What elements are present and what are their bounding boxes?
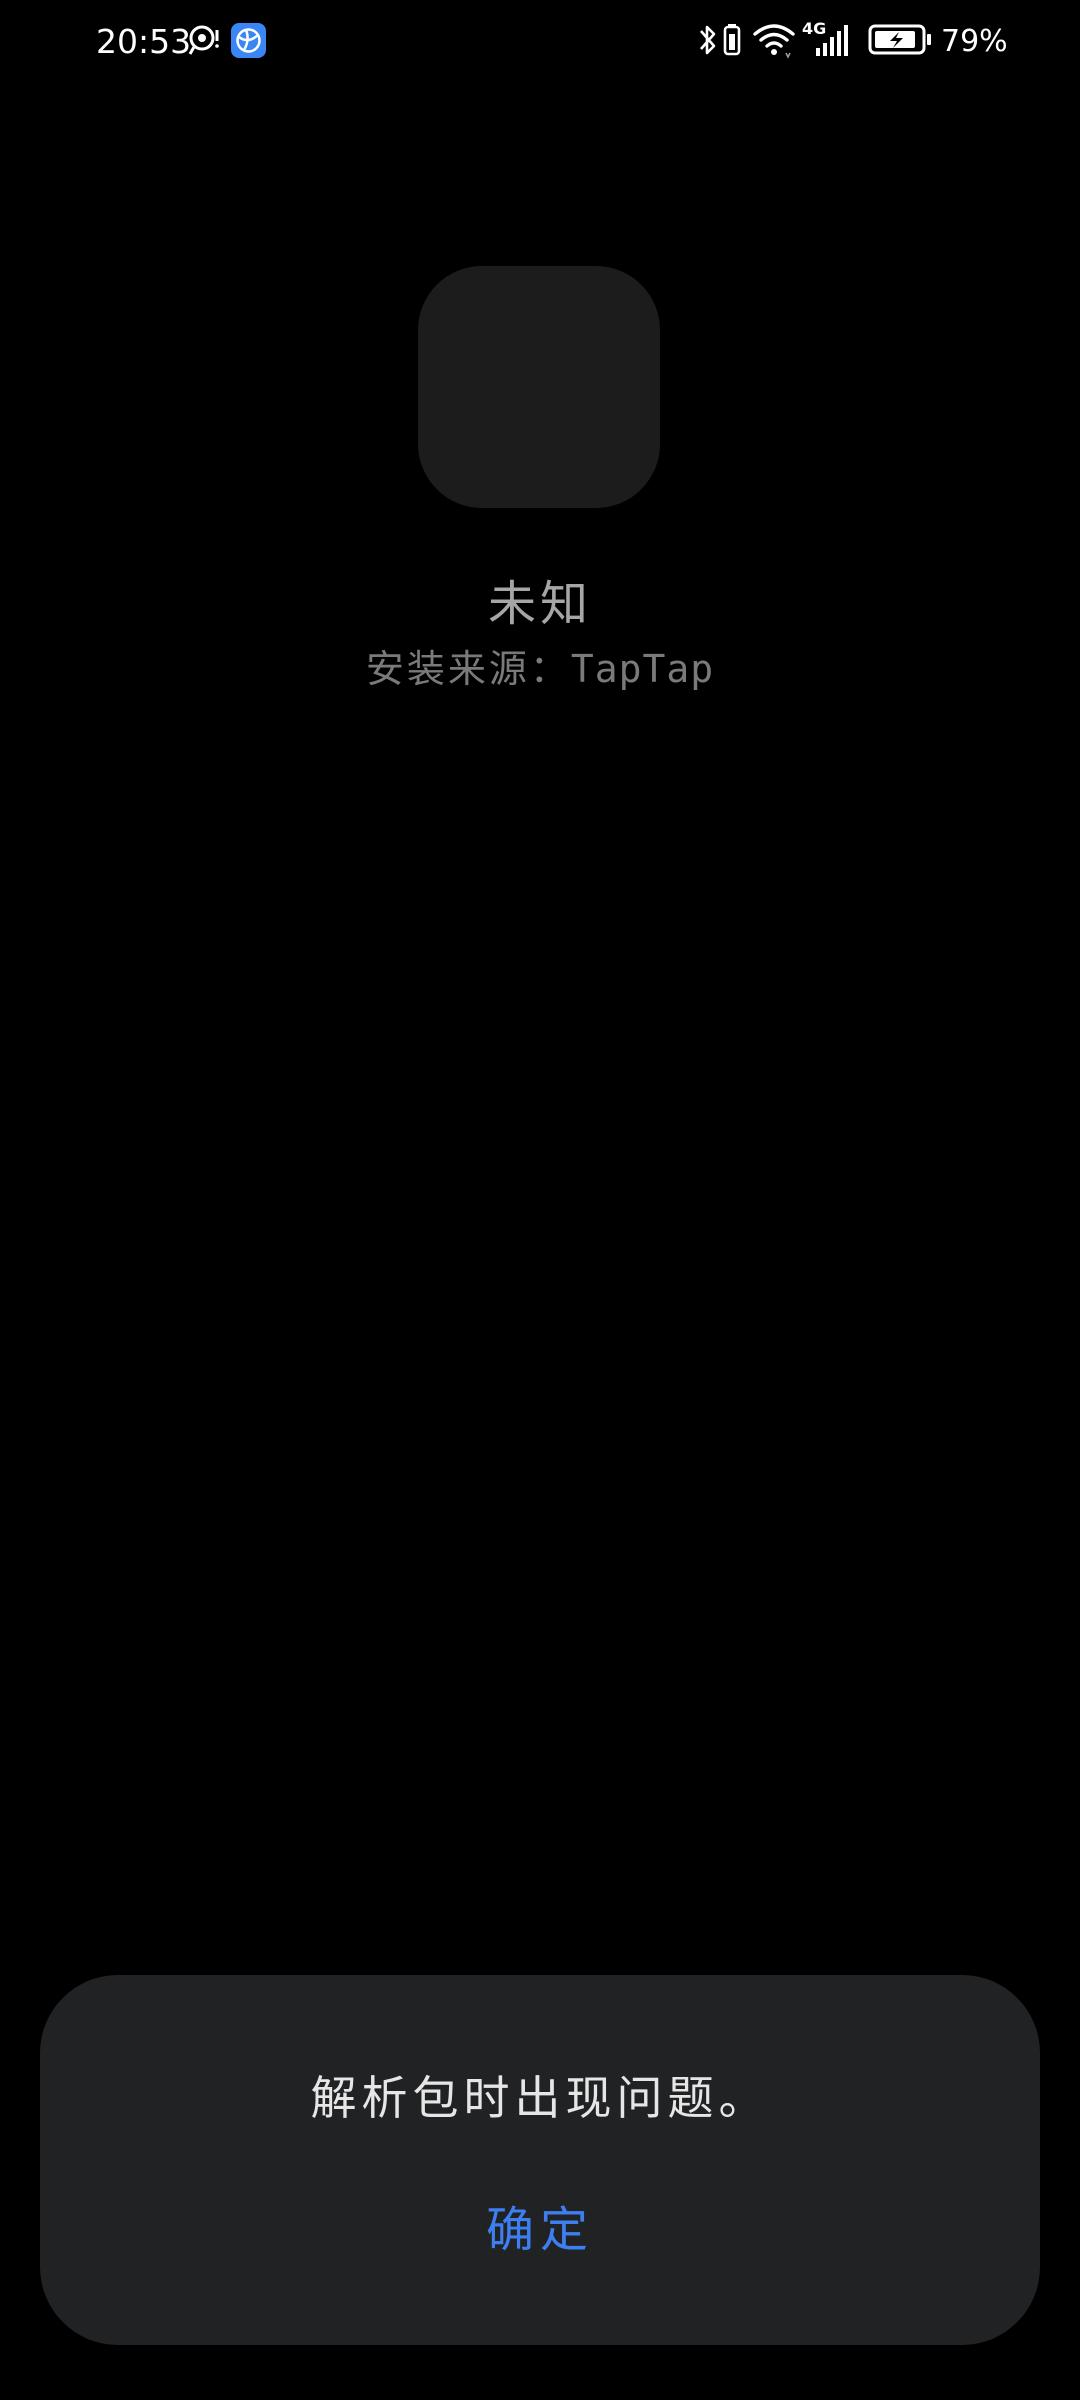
install-source-label: 安装来源： [365, 647, 571, 691]
signal-icon [816, 25, 848, 56]
battery-saver-icon [723, 24, 741, 56]
install-screen: 20:53 4G 79% 未知 安装来源：TapTap 解析包时出现问题。 确定 [0, 0, 1080, 2400]
app-icon-placeholder [418, 266, 660, 508]
install-source: 安装来源：TapTap [0, 640, 1080, 698]
dialog-message: 解析包时出现问题。 [310, 2071, 770, 2125]
bluetooth-icon [700, 25, 716, 55]
install-source-value: TapTap [570, 647, 715, 691]
app-name: 未知 [487, 576, 592, 632]
status-bar: 20:53 4G 79% [0, 0, 1080, 80]
battery-icon [868, 24, 931, 55]
confirm-button[interactable]: 确定 [440, 2175, 640, 2285]
location-icon [188, 25, 219, 55]
wifi-icon [753, 24, 795, 59]
status-time: 20:53 [96, 22, 192, 61]
error-dialog: 解析包时出现问题。 确定 [40, 1975, 1040, 2345]
battery-percentage: 79% [941, 24, 1008, 59]
app-notification-icon [231, 23, 266, 58]
